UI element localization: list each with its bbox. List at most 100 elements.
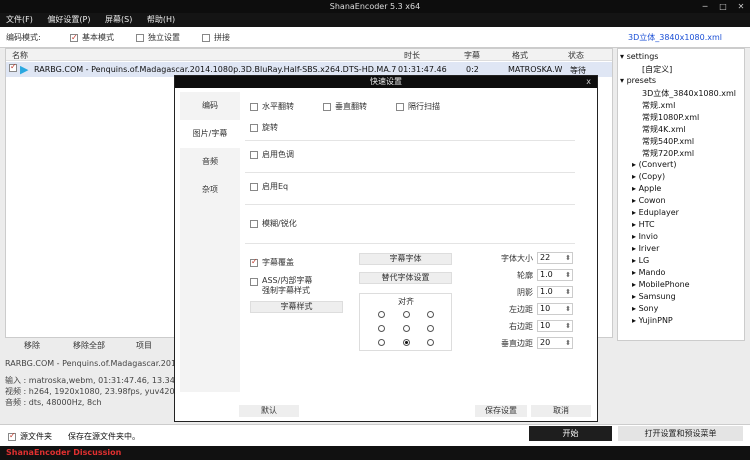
tree-node-settings[interactable]: ▾ settings bbox=[620, 52, 658, 61]
interlace-checkbox[interactable] bbox=[396, 102, 404, 111]
dialog-close-button[interactable]: x bbox=[586, 76, 591, 88]
open-settings-button[interactable]: 打开设置和预设菜单 bbox=[618, 426, 743, 441]
tree-folder[interactable]: ▸ Sony bbox=[632, 304, 658, 313]
interlace-option[interactable]: 隔行扫描 bbox=[396, 102, 440, 112]
tree-folder[interactable]: ▸ Apple bbox=[632, 184, 661, 193]
align-bottom-right-radio[interactable] bbox=[427, 339, 434, 346]
remove-button[interactable]: 移除 bbox=[24, 340, 40, 354]
current-preset-link[interactable]: 3D立体_3840x1080.xml bbox=[628, 32, 722, 43]
tree-folder[interactable]: ▸ Iriver bbox=[632, 244, 659, 253]
align-bottom-left-radio[interactable] bbox=[378, 339, 385, 346]
tab-encoding[interactable]: 编码 bbox=[180, 92, 240, 120]
tab-misc[interactable]: 杂项 bbox=[180, 176, 240, 204]
minimize-button[interactable]: ─ bbox=[696, 0, 714, 13]
tab-audio[interactable]: 音频 bbox=[180, 148, 240, 176]
tree-preset-item[interactable]: 常规720P.xml bbox=[642, 148, 694, 159]
tree-folder[interactable]: ▸ MobilePhone bbox=[632, 280, 690, 289]
row-checkbox[interactable] bbox=[9, 62, 17, 72]
tree-node-presets[interactable]: ▾ presets bbox=[620, 76, 656, 85]
rotate-option[interactable]: 旋转 bbox=[250, 123, 278, 133]
color-checkbox[interactable] bbox=[250, 150, 258, 159]
tree-preset-item[interactable]: 常规4K.xml bbox=[642, 124, 686, 135]
col-name[interactable]: 名称 bbox=[12, 50, 28, 61]
align-top-center-radio[interactable] bbox=[403, 311, 410, 318]
splice-option[interactable]: 拼接 bbox=[202, 32, 230, 43]
menu-help[interactable]: 帮助(H) bbox=[141, 13, 181, 27]
eq-option[interactable]: 启用Eq bbox=[250, 182, 288, 192]
subtitle-font-button[interactable]: 字幕字体 bbox=[359, 253, 452, 265]
save-settings-button[interactable]: 保存设置 bbox=[475, 405, 527, 417]
tree-folder[interactable]: ▸ HTC bbox=[632, 220, 655, 229]
tree-node-custom[interactable]: [自定义] bbox=[642, 64, 672, 75]
splice-checkbox[interactable] bbox=[202, 33, 210, 42]
tree-folder[interactable]: ▸ Samsung bbox=[632, 292, 676, 301]
vertical-margin-stepper[interactable]: 20 bbox=[537, 337, 573, 349]
align-top-left-radio[interactable] bbox=[378, 311, 385, 318]
basic-mode-option[interactable]: 基本模式 bbox=[70, 32, 114, 43]
basic-mode-checkbox[interactable] bbox=[70, 32, 78, 43]
col-duration[interactable]: 时长 bbox=[404, 50, 420, 61]
maximize-button[interactable]: □ bbox=[714, 0, 732, 13]
align-middle-left-radio[interactable] bbox=[378, 325, 385, 332]
menu-screen[interactable]: 屏幕(S) bbox=[99, 13, 138, 27]
tree-preset-item[interactable]: 常规1080P.xml bbox=[642, 112, 699, 123]
remove-all-button[interactable]: 移除全部 bbox=[73, 340, 105, 354]
col-status[interactable]: 状态 bbox=[568, 50, 584, 61]
alt-font-button[interactable]: 替代字体设置 bbox=[359, 272, 452, 284]
preset-tree[interactable]: ▾ settings [自定义] ▾ presets 3D立体_3840x108… bbox=[617, 48, 745, 341]
subtitle-overlay-checkbox[interactable] bbox=[250, 257, 258, 267]
default-button[interactable]: 默认 bbox=[239, 405, 299, 417]
tree-preset-item[interactable]: 3D立体_3840x1080.xml bbox=[642, 88, 736, 99]
left-margin-stepper[interactable]: 10 bbox=[537, 303, 573, 315]
align-top-right-radio[interactable] bbox=[427, 311, 434, 318]
right-margin-stepper[interactable]: 10 bbox=[537, 320, 573, 332]
mode-bar: 编码模式: 基本模式 独立设置 拼接 3D立体_3840x1080.xml bbox=[0, 27, 750, 48]
eq-checkbox[interactable] bbox=[250, 182, 258, 191]
tree-folder[interactable]: ▸ (Convert) bbox=[632, 160, 676, 169]
close-button[interactable]: ✕ bbox=[732, 0, 750, 13]
hflip-option[interactable]: 水平翻转 bbox=[250, 102, 294, 112]
vflip-option[interactable]: 垂直翻转 bbox=[323, 102, 367, 112]
tree-folder[interactable]: ▸ Invio bbox=[632, 232, 658, 241]
ass-force-checkbox[interactable] bbox=[250, 278, 258, 286]
status-bar[interactable]: ShanaEncoder Discussion bbox=[0, 446, 750, 460]
cancel-button[interactable]: 取消 bbox=[531, 405, 591, 417]
ass-force-option[interactable]: ASS/内部字幕 强制字幕样式 bbox=[250, 276, 312, 296]
col-subtitle[interactable]: 字幕 bbox=[464, 50, 480, 61]
independent-label: 独立设置 bbox=[148, 33, 180, 42]
align-middle-center-radio[interactable] bbox=[403, 325, 410, 332]
shadow-stepper[interactable]: 1.0 bbox=[537, 286, 573, 298]
independent-checkbox[interactable] bbox=[136, 33, 144, 42]
menu-preferences[interactable]: 偏好设置(P) bbox=[41, 13, 96, 27]
color-option[interactable]: 启用色调 bbox=[250, 150, 294, 160]
tree-preset-item[interactable]: 常规540P.xml bbox=[642, 136, 694, 147]
align-middle-right-radio[interactable] bbox=[427, 325, 434, 332]
tree-folder[interactable]: ▸ Mando bbox=[632, 268, 665, 277]
tree-folder[interactable]: ▸ YujinPNP bbox=[632, 316, 673, 325]
menu-file[interactable]: 文件(F) bbox=[0, 13, 39, 27]
tab-picture-subtitle[interactable]: 图片/字幕 bbox=[180, 120, 240, 148]
tree-folder[interactable]: ▸ LG bbox=[632, 256, 649, 265]
items-button[interactable]: 项目 bbox=[136, 340, 152, 354]
tree-folder[interactable]: ▸ Eduplayer bbox=[632, 208, 679, 217]
divider bbox=[245, 140, 575, 141]
outline-stepper[interactable]: 1.0 bbox=[537, 269, 573, 281]
tree-folder[interactable]: ▸ (Copy) bbox=[632, 172, 665, 181]
font-size-stepper[interactable]: 22 bbox=[537, 252, 573, 264]
blur-checkbox[interactable] bbox=[250, 219, 258, 228]
source-folder-option[interactable]: 源文件夹 bbox=[8, 431, 52, 442]
tree-preset-item[interactable]: 常规.xml bbox=[642, 100, 675, 111]
col-format[interactable]: 格式 bbox=[512, 50, 528, 61]
independent-option[interactable]: 独立设置 bbox=[136, 32, 180, 43]
subtitle-style-button[interactable]: 字幕样式 bbox=[250, 301, 343, 313]
tree-folder[interactable]: ▸ Cowon bbox=[632, 196, 666, 205]
blur-option[interactable]: 模糊/锐化 bbox=[250, 219, 297, 229]
title-bar: ShanaEncoder 5.3 x64 ─ □ ✕ bbox=[0, 0, 750, 13]
source-folder-checkbox[interactable] bbox=[8, 431, 16, 441]
hflip-checkbox[interactable] bbox=[250, 102, 258, 111]
vflip-checkbox[interactable] bbox=[323, 102, 331, 111]
start-button[interactable]: 开始 bbox=[529, 426, 612, 441]
subtitle-overlay-option[interactable]: 字幕覆盖 bbox=[250, 257, 294, 268]
rotate-checkbox[interactable] bbox=[250, 123, 258, 132]
align-bottom-center-radio[interactable] bbox=[403, 339, 410, 346]
